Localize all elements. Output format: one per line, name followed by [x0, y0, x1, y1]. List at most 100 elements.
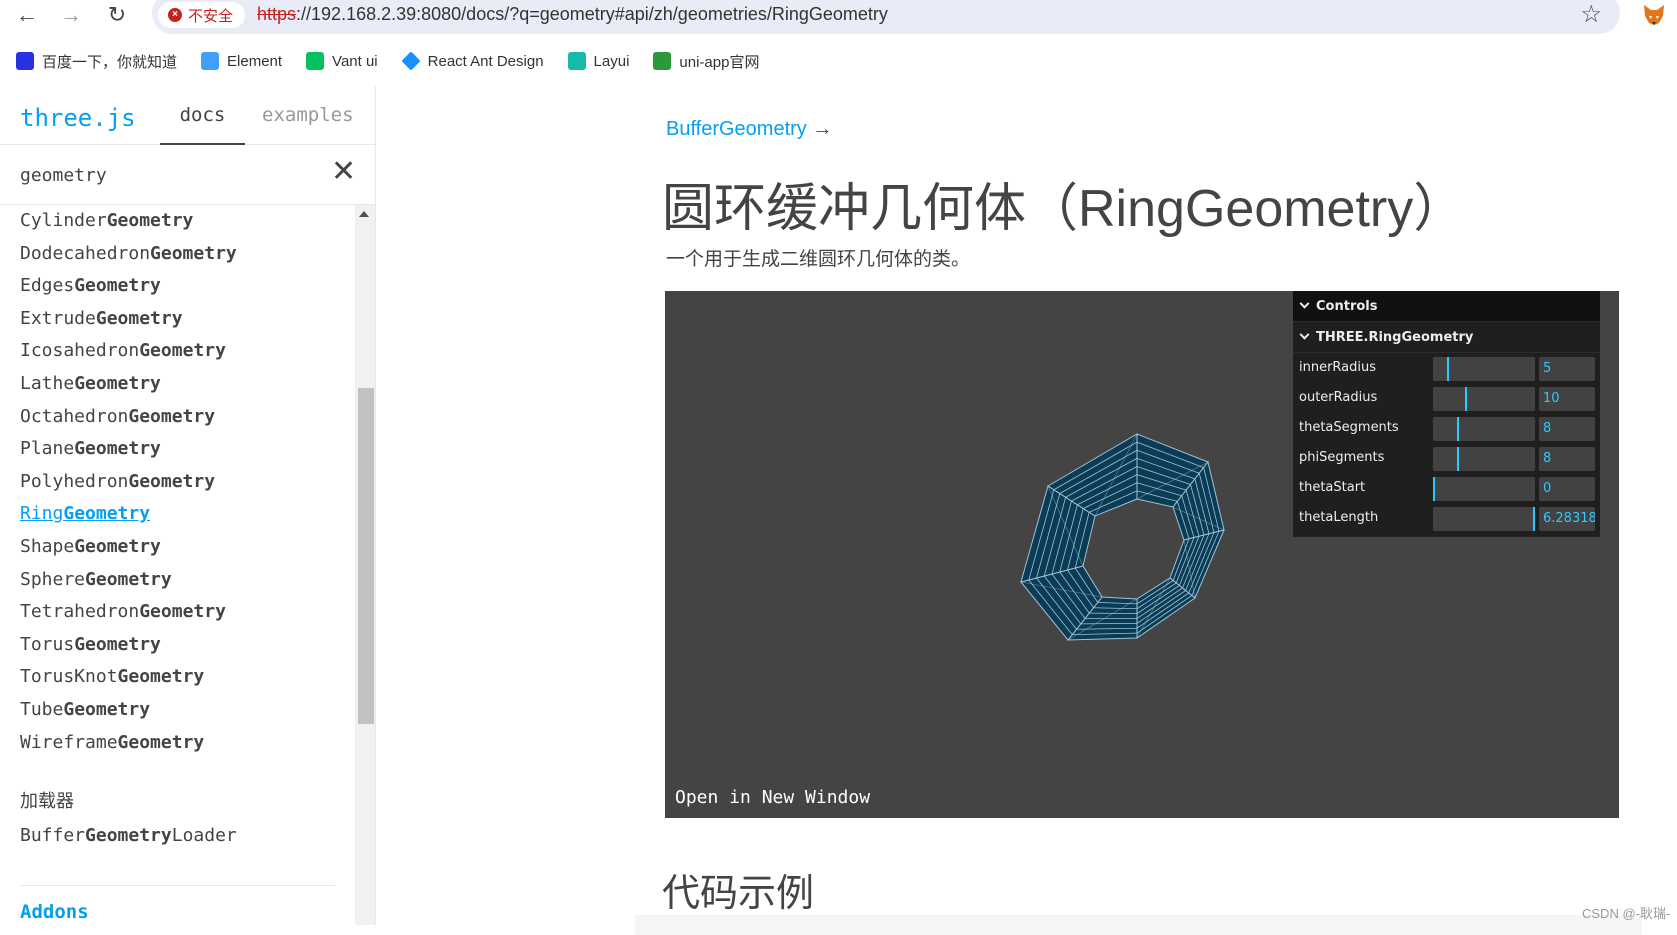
list-item-buffergeometryloader[interactable]: BufferGeometryLoader	[20, 820, 237, 853]
bookmark-label: 百度一下，你就知道	[42, 53, 178, 71]
slider-indicator	[1433, 477, 1435, 501]
back-button[interactable]: ←	[12, 2, 42, 32]
item-match: Geometry	[106, 210, 194, 231]
list-item-edgesgeometry[interactable]: EdgesGeometry	[20, 270, 350, 303]
item-prefix: Edges	[20, 275, 75, 297]
param-slider[interactable]	[1433, 447, 1535, 471]
item-suffix: Loader	[171, 825, 237, 846]
param-slider[interactable]	[1433, 417, 1535, 441]
item-prefix: Lathe	[20, 372, 75, 394]
item-match: Geometry	[95, 307, 183, 329]
bookmark-vant[interactable]: Vant ui	[306, 52, 378, 70]
scrollbar-thumb[interactable]	[358, 387, 374, 724]
breadcrumb[interactable]: BufferGeometry →	[666, 118, 832, 141]
security-chip[interactable]: × 不安全	[158, 2, 246, 28]
item-prefix: Polyhedron	[20, 470, 129, 492]
browser-toolbar: ← → ↻ × 不安全 https://192.168.2.39:8080/do…	[0, 0, 1677, 40]
sidebar-scrollbar[interactable]	[355, 205, 375, 925]
search-input[interactable]	[20, 159, 320, 191]
param-slider[interactable]	[1433, 357, 1535, 381]
param-row-phisegments: phiSegments	[1293, 443, 1600, 473]
item-prefix: TorusKnot	[20, 666, 118, 688]
item-match: Geometry	[117, 666, 205, 688]
param-value-input[interactable]	[1539, 477, 1595, 501]
item-prefix: Tube	[20, 698, 64, 720]
list-item-planegeometry[interactable]: PlaneGeometry	[20, 433, 350, 466]
param-slider[interactable]	[1433, 477, 1535, 501]
ant-design-logo-icon	[401, 51, 421, 71]
bookmark-label: React Ant Design	[427, 52, 544, 70]
reload-button[interactable]: ↻	[102, 2, 132, 32]
metamask-fox-icon[interactable]	[1642, 4, 1666, 26]
category-loaders: 加载器	[20, 791, 74, 812]
slider-indicator	[1464, 387, 1467, 411]
tab-docs[interactable]: docs	[160, 86, 245, 145]
list-item-dodecahedrongeometry[interactable]: DodecahedronGeometry	[20, 238, 350, 271]
param-label: phiSegments	[1299, 450, 1385, 465]
geometry-preview[interactable]: Open in New Window Controls THREE.RingGe…	[665, 291, 1619, 818]
scroll-up-arrow-icon[interactable]	[359, 211, 369, 217]
tab-examples[interactable]: examples	[262, 86, 354, 145]
bookmark-label: Element	[227, 52, 283, 70]
list-item-polyhedrongeometry[interactable]: PolyhedronGeometry	[20, 466, 350, 499]
list-item-ringgeometry[interactable]: RingGeometry	[20, 498, 350, 531]
param-value-input[interactable]	[1539, 357, 1595, 381]
addons-heading[interactable]: Addons	[20, 901, 89, 923]
threejs-logo[interactable]: three.js	[20, 104, 136, 132]
item-match: Geometry	[74, 438, 161, 460]
bookmark-element[interactable]: Element	[201, 52, 282, 70]
param-slider[interactable]	[1433, 387, 1535, 411]
url-text[interactable]: https://192.168.2.39:8080/docs/?q=geomet…	[257, 4, 888, 25]
list-item-spheregeometry[interactable]: SphereGeometry	[20, 564, 350, 597]
forward-button[interactable]: →	[56, 2, 86, 32]
page-description: 一个用于生成二维圆环几何体的类。	[666, 249, 971, 270]
item-prefix: Dodecahedron	[20, 242, 151, 264]
layui-logo-icon	[567, 52, 586, 70]
list-item-torusgeometry[interactable]: TorusGeometry	[20, 629, 350, 662]
arrow-left-icon: ←	[16, 2, 38, 27]
param-value-input[interactable]	[1539, 447, 1595, 471]
item-prefix: Icosahedron	[20, 340, 140, 362]
list-item-extrudegeometry[interactable]: ExtrudeGeometry	[20, 303, 350, 336]
item-match: Geometry	[63, 698, 151, 720]
slider-indicator	[1447, 357, 1450, 381]
param-slider[interactable]	[1433, 507, 1535, 531]
list-item-icosahedrongeometry[interactable]: IcosahedronGeometry	[20, 335, 350, 368]
list-item-lathegeometry[interactable]: LatheGeometry	[20, 368, 350, 401]
slider-indicator	[1533, 507, 1535, 531]
bookmark-baidu[interactable]: 百度一下，你就知道	[16, 51, 177, 72]
breadcrumb-link[interactable]: BufferGeometry	[666, 118, 807, 140]
item-match: Geometry	[63, 503, 151, 525]
list-item-cylindergeometry[interactable]: CylinderGeometry	[20, 205, 350, 238]
param-value-input[interactable]	[1539, 387, 1595, 411]
param-value-input[interactable]	[1539, 417, 1595, 441]
item-prefix: Tetrahedron	[20, 601, 140, 623]
list-item-wireframegeometry[interactable]: WireframeGeometry	[20, 727, 350, 760]
bookmark-react-ant-design[interactable]: React Ant Design	[401, 51, 544, 71]
reload-icon: ↻	[107, 2, 127, 27]
item-prefix: Shape	[20, 535, 75, 557]
bookmark-star-icon[interactable]: ☆	[1580, 0, 1602, 29]
bookmark-layui[interactable]: Layui	[567, 52, 629, 70]
controls-header[interactable]: Controls	[1293, 291, 1600, 322]
param-row-thetasegments: thetaSegments	[1293, 413, 1600, 443]
list-item-torusknotgeometry[interactable]: TorusKnotGeometry	[20, 661, 350, 694]
item-match: Geometry	[139, 601, 226, 623]
open-in-new-window-link[interactable]: Open in New Window	[675, 787, 870, 808]
list-item-tetrahedrongeometry[interactable]: TetrahedronGeometry	[20, 596, 350, 629]
ringgeometry-folder-header[interactable]: THREE.RingGeometry	[1293, 322, 1600, 353]
search-results-list: CylinderGeometry DodecahedronGeometry Edge…	[20, 205, 350, 925]
bookmark-uniapp[interactable]: uni-app官网	[653, 51, 759, 72]
sidebar-divider	[20, 885, 335, 886]
item-prefix: Sphere	[20, 568, 86, 590]
param-label: thetaStart	[1299, 480, 1366, 495]
param-value-input[interactable]	[1539, 507, 1595, 531]
address-bar[interactable]: × 不安全 https://192.168.2.39:8080/docs/?q=…	[152, 0, 1620, 34]
item-prefix: Buffer	[20, 825, 86, 846]
list-item-octahedrongeometry[interactable]: OctahedronGeometry	[20, 401, 350, 434]
folder-title: THREE.RingGeometry	[1316, 329, 1474, 345]
list-item-shapegeometry[interactable]: ShapeGeometry	[20, 531, 350, 564]
list-item-tubegeometry[interactable]: TubeGeometry	[20, 694, 350, 727]
param-label: thetaSegments	[1299, 420, 1399, 435]
clear-search-icon[interactable]: ✕	[331, 155, 356, 189]
